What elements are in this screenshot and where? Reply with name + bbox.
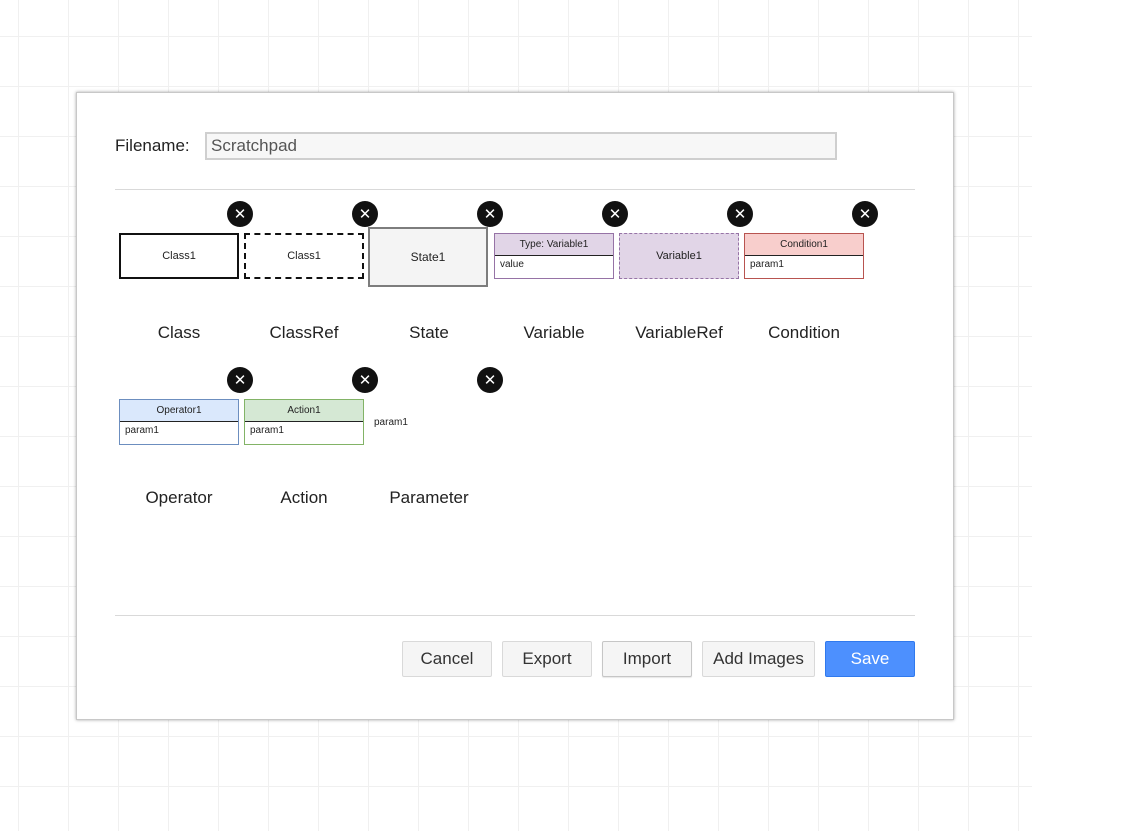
library-item-state[interactable]: ✕ State1	[367, 195, 503, 289]
library-item-condition[interactable]: ✕ Condition1 param1	[742, 195, 878, 289]
variableref-shape[interactable]: Variable1	[619, 233, 739, 279]
variable-shape-body: value	[500, 259, 524, 270]
variableref-shape-text: Variable1	[656, 250, 702, 262]
bottom-divider	[115, 615, 915, 616]
library-item-class[interactable]: ✕ Class1	[117, 195, 253, 289]
state-shape-text: State1	[410, 250, 446, 264]
action-label: Action	[280, 488, 328, 507]
classref-label: ClassRef	[269, 323, 339, 342]
class-shape-text: Class1	[162, 250, 196, 262]
classref-shape[interactable]: Class1	[244, 233, 364, 279]
library-item-action[interactable]: ✕ Action1 param1	[242, 361, 378, 455]
filename-input[interactable]	[205, 132, 837, 160]
class-label: Class	[157, 323, 201, 342]
operator-label: Operator	[145, 488, 213, 507]
library-item-operator[interactable]: ✕ Operator1 param1	[117, 361, 253, 455]
delete-parameter-icon[interactable]: ✕	[477, 367, 503, 393]
operator-shape-header: Operator1	[120, 400, 238, 422]
state-label: State	[409, 323, 449, 342]
variableref-label: VariableRef	[635, 323, 723, 342]
add-images-button[interactable]: Add Images	[702, 641, 815, 677]
cancel-button[interactable]: Cancel	[402, 641, 492, 677]
canvas-margin	[1032, 0, 1138, 831]
condition-shape[interactable]: Condition1 param1	[744, 233, 864, 279]
variable-label: Variable	[523, 323, 585, 342]
library-item-classref[interactable]: ✕ Class1	[242, 195, 378, 289]
classref-shape-text: Class1	[287, 250, 321, 262]
condition-label: Condition	[768, 323, 840, 342]
class-shape[interactable]: Class1	[119, 233, 239, 279]
operator-shape-body: param1	[125, 425, 159, 436]
export-button[interactable]: Export	[502, 641, 592, 677]
variable-shape[interactable]: Type: Variable1 value	[494, 233, 614, 279]
action-shape-body: param1	[250, 425, 284, 436]
variable-shape-header: Type: Variable1	[495, 234, 613, 256]
filename-label: Filename:	[115, 136, 190, 155]
library-item-variableref[interactable]: ✕ Variable1	[617, 195, 753, 289]
scratchpad-edit-dialog: Filename: ✕ Class1 Class ✕ Class1 ClassR…	[76, 92, 954, 720]
state-shape[interactable]: State1	[368, 227, 488, 287]
save-button[interactable]: Save	[825, 641, 915, 677]
parameter-label: Parameter	[389, 488, 469, 507]
library-item-variable[interactable]: ✕ Type: Variable1 value	[492, 195, 628, 289]
action-shape-header: Action1	[245, 400, 363, 422]
import-button[interactable]: Import	[602, 641, 692, 677]
action-shape[interactable]: Action1 param1	[244, 399, 364, 445]
condition-shape-header: Condition1	[745, 234, 863, 256]
operator-shape[interactable]: Operator1 param1	[119, 399, 239, 445]
parameter-shape-text[interactable]: param1	[374, 417, 408, 428]
delete-condition-icon[interactable]: ✕	[852, 201, 878, 227]
top-divider	[115, 189, 915, 190]
condition-shape-body: param1	[750, 259, 784, 270]
library-item-parameter[interactable]: ✕ param1	[367, 361, 503, 455]
